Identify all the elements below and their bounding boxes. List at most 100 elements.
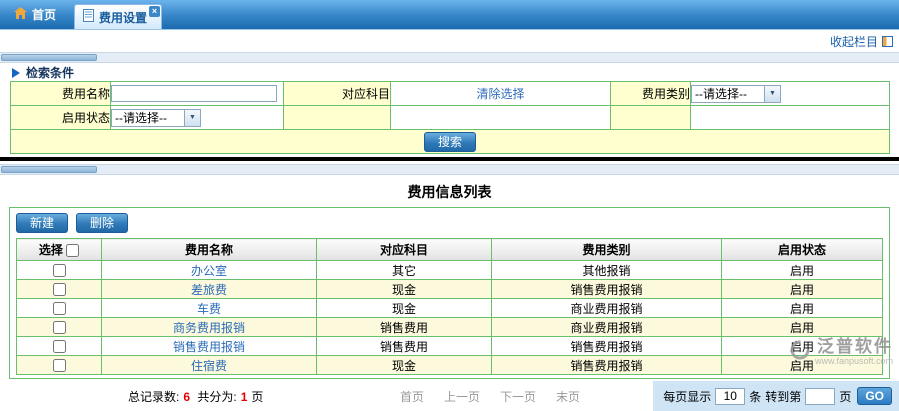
category-select-value: --请选择-- xyxy=(695,85,747,102)
expense-name-link[interactable]: 车费 xyxy=(102,299,317,318)
delete-button[interactable]: 删除 xyxy=(76,213,128,233)
bottom-bar: 总记录数:6 共分为:1页 首页 上一页 下一页 末页 每页显示 条 转到第 页… xyxy=(0,381,899,411)
horizontal-scrollbar-top xyxy=(0,52,899,63)
subject-value: 销售费用 xyxy=(317,318,492,337)
row-select-cell xyxy=(17,356,102,375)
row-select-cell xyxy=(17,318,102,337)
tab-expense-settings-label: 费用设置 xyxy=(99,9,147,26)
expense-name-cell xyxy=(111,82,284,106)
tab-home-label: 首页 xyxy=(32,6,56,23)
search-form-button-row: 搜索 xyxy=(11,130,890,154)
category-value: 销售费用报销 xyxy=(492,280,722,299)
table-row: 差旅费 现金 销售费用报销 启用 xyxy=(17,280,883,299)
go-button[interactable]: GO xyxy=(857,387,892,405)
expense-name-input[interactable] xyxy=(111,85,277,102)
tab-home[interactable]: 首页 xyxy=(4,0,72,29)
category-value: 商业费用报销 xyxy=(492,299,722,318)
row-select-cell xyxy=(17,337,102,356)
clear-selection-link[interactable]: 清除选择 xyxy=(476,87,524,101)
column-category: 费用类别 xyxy=(492,239,722,261)
watermark: 泛普软件 www.fanpusoft.com xyxy=(789,337,893,366)
empty-cell xyxy=(691,106,890,130)
status-value: 启用 xyxy=(722,318,883,337)
close-icon[interactable]: × xyxy=(149,6,160,17)
table-row: 车费 现金 商业费用报销 启用 xyxy=(17,299,883,318)
subject-cell: 清除选择 xyxy=(391,82,611,106)
status-label: 启用状态 xyxy=(11,106,111,130)
search-section-header: 检索条件 xyxy=(0,63,899,81)
search-form-row-2: 启用状态 --请选择-- ▼ xyxy=(11,106,890,130)
tab-bar: 首页 费用设置 × xyxy=(0,0,899,30)
list-button-row: 新建 删除 xyxy=(16,213,883,233)
empty-cell xyxy=(611,106,691,130)
row-select-cell xyxy=(17,299,102,318)
list-title: 费用信息列表 xyxy=(0,182,899,202)
expense-name-link[interactable]: 办公室 xyxy=(102,261,317,280)
table-row: 住宿费 现金 销售费用报销 启用 xyxy=(17,356,883,375)
category-value: 销售费用报销 xyxy=(492,356,722,375)
expense-name-link[interactable]: 差旅费 xyxy=(102,280,317,299)
collapse-columns-link[interactable]: 收起栏目 xyxy=(830,33,878,50)
search-button-cell: 搜索 xyxy=(11,130,890,154)
row-select-checkbox[interactable] xyxy=(53,283,66,296)
row-select-checkbox[interactable] xyxy=(53,264,66,277)
row-select-checkbox[interactable] xyxy=(53,340,66,353)
watermark-logo-icon xyxy=(789,339,811,364)
table-header-row: 选择 费用名称 对应科目 费用类别 启用状态 xyxy=(17,239,883,261)
subject-label: 对应科目 xyxy=(284,82,391,106)
status-select[interactable]: --请选择-- ▼ xyxy=(111,109,201,127)
total-records-value: 6 xyxy=(183,390,190,404)
subject-value: 销售费用 xyxy=(317,337,492,356)
expense-name-link[interactable]: 销售费用报销 xyxy=(102,337,317,356)
toolbar-row: 收起栏目 xyxy=(0,30,899,52)
home-icon xyxy=(14,7,27,22)
row-select-checkbox[interactable] xyxy=(53,302,66,315)
subject-value: 其它 xyxy=(317,261,492,280)
expense-name-label: 费用名称 xyxy=(11,82,111,106)
status-value: 启用 xyxy=(722,299,883,318)
empty-cell xyxy=(284,106,391,130)
document-icon xyxy=(83,9,94,25)
search-form-table: 费用名称 对应科目 清除选择 费用类别 --请选择-- ▼ 启用状态 --请选择… xyxy=(10,81,890,154)
category-value: 销售费用报销 xyxy=(492,337,722,356)
section-arrow-icon[interactable] xyxy=(12,68,20,78)
expense-table: 选择 费用名称 对应科目 费用类别 启用状态 办公室 其它 其他报销 启用 差旅… xyxy=(16,238,883,375)
scrollbar-thumb[interactable] xyxy=(1,54,97,61)
row-select-cell xyxy=(17,280,102,299)
select-all-checkbox[interactable] xyxy=(66,244,79,257)
total-records-label: 总记录数: xyxy=(128,390,179,404)
category-label: 费用类别 xyxy=(611,82,691,106)
dropdown-arrow-icon: ▼ xyxy=(764,86,780,102)
collapse-panel-icon[interactable] xyxy=(882,36,893,47)
subject-value: 现金 xyxy=(317,299,492,318)
subject-value: 现金 xyxy=(317,356,492,375)
status-cell: --请选择-- ▼ xyxy=(111,106,284,130)
category-select[interactable]: --请选择-- ▼ xyxy=(691,85,781,103)
subject-value: 现金 xyxy=(317,280,492,299)
table-row: 商务费用报销 销售费用 商业费用报销 启用 xyxy=(17,318,883,337)
category-cell: --请选择-- ▼ xyxy=(691,82,890,106)
search-section-title: 检索条件 xyxy=(26,64,74,81)
row-select-checkbox[interactable] xyxy=(53,359,66,372)
pages-value: 1 xyxy=(241,390,248,404)
watermark-brand: 泛普软件 xyxy=(817,337,893,356)
category-value: 其他报销 xyxy=(492,261,722,280)
row-select-cell xyxy=(17,261,102,280)
table-row: 销售费用报销 销售费用 销售费用报销 启用 xyxy=(17,337,883,356)
column-subject: 对应科目 xyxy=(317,239,492,261)
row-select-checkbox[interactable] xyxy=(53,321,66,334)
expense-name-link[interactable]: 住宿费 xyxy=(102,356,317,375)
search-button[interactable]: 搜索 xyxy=(424,132,476,152)
empty-cell xyxy=(391,106,611,130)
per-page-controls: 每页显示 条 转到第 页 GO xyxy=(653,381,899,411)
search-form-row-1: 费用名称 对应科目 清除选择 费用类别 --请选择-- ▼ xyxy=(11,82,890,106)
expense-name-link[interactable]: 商务费用报销 xyxy=(102,318,317,337)
pages-unit: 页 xyxy=(251,390,263,404)
status-select-value: --请选择-- xyxy=(115,109,167,126)
new-button[interactable]: 新建 xyxy=(16,213,68,233)
scrollbar-thumb[interactable] xyxy=(1,166,97,173)
column-select: 选择 xyxy=(17,239,102,261)
tab-expense-settings[interactable]: 费用设置 × xyxy=(74,4,162,29)
status-value: 启用 xyxy=(722,280,883,299)
column-select-label: 选择 xyxy=(39,243,63,257)
